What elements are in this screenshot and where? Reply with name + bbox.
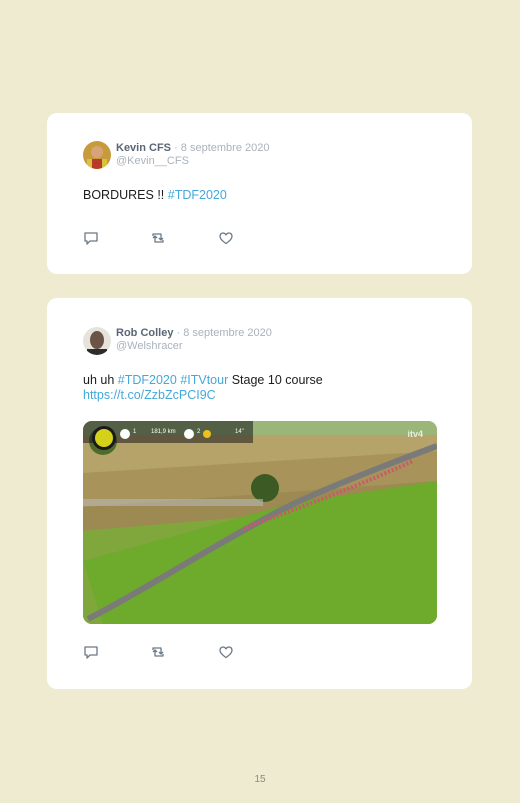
tweet-text: BORDURES !! #TDF2020 — [83, 188, 443, 203]
like-icon[interactable] — [218, 644, 234, 660]
avatar[interactable] — [83, 327, 111, 355]
tweet-card: Rob Colley · 8 septembre 2020 @Welshrace… — [47, 298, 472, 689]
like-icon[interactable] — [218, 230, 234, 246]
media-count-right: 2 — [197, 429, 201, 435]
tweet-body-start: uh uh — [83, 373, 118, 387]
tweet-media-video[interactable]: 1 181,9 km 2 14" itv4 — [83, 421, 437, 624]
retweet-icon[interactable] — [150, 644, 166, 660]
avatar[interactable] — [83, 141, 111, 169]
reply-icon[interactable] — [83, 230, 99, 246]
page-number: 15 — [254, 774, 266, 785]
author-handle[interactable]: @Kevin__CFS — [116, 155, 269, 168]
channel-logo: itv4 — [407, 429, 423, 439]
author-name[interactable]: Kevin CFS — [116, 142, 171, 154]
tweet-body-end: Stage 10 course — [228, 373, 323, 387]
tweet-url[interactable]: https://t.co/ZzbZcPCI9C — [83, 388, 216, 402]
tweet-card: Kevin CFS · 8 septembre 2020 @Kevin__CFS… — [47, 113, 472, 274]
author-name[interactable]: Rob Colley — [116, 327, 173, 339]
hashtag-link[interactable]: #TDF2020 — [118, 373, 177, 387]
race-aerial-image — [83, 421, 437, 624]
hashtag-link[interactable]: #TDF2020 — [168, 188, 227, 202]
media-gap: 14" — [235, 429, 244, 435]
reply-icon[interactable] — [83, 644, 99, 660]
tweet-date: · 8 septembre 2020 — [176, 327, 272, 339]
media-count-left: 1 — [133, 429, 137, 435]
tweet-date: · 8 septembre 2020 — [174, 142, 270, 154]
author-handle[interactable]: @Welshracer — [116, 340, 272, 353]
retweet-icon[interactable] — [150, 230, 166, 246]
tweet-body: BORDURES !! — [83, 188, 168, 202]
media-distance: 181,9 km — [151, 429, 176, 435]
hashtag-link[interactable]: #ITVtour — [180, 373, 228, 387]
tweet-text: uh uh #TDF2020 #ITVtour Stage 10 course … — [83, 373, 443, 403]
